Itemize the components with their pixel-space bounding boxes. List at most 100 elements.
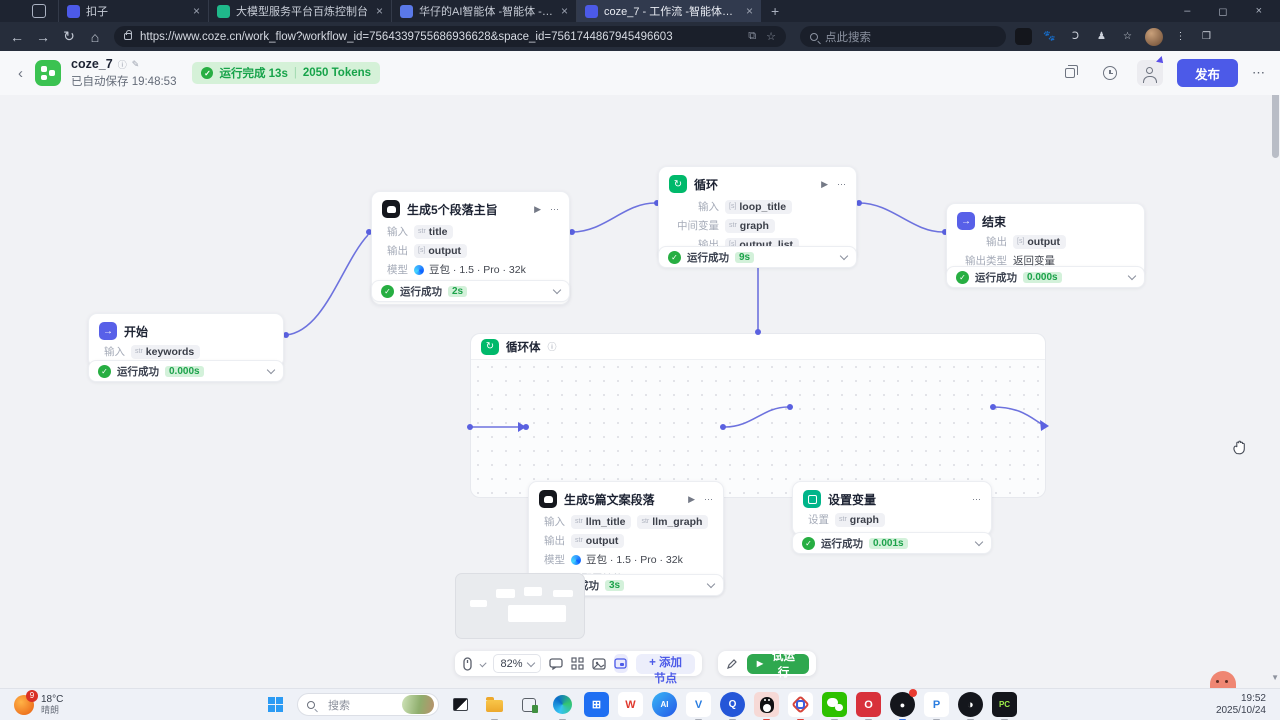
node-status-llm1[interactable]: ✓ 运行成功 2s [371,280,570,302]
node-status-setvar[interactable]: ✓ 运行成功 0.001s [792,532,992,554]
duplicate-button[interactable] [1057,60,1083,86]
node-status-start[interactable]: ✓ 运行成功 0.000s [88,360,284,382]
bookmark-star-icon[interactable]: ☆ [766,30,776,43]
pointer-mode-icon[interactable] [462,656,473,671]
node-more-icon[interactable]: ⋯ [972,494,981,505]
browser-menu-icon[interactable]: ⋮ [1172,28,1189,45]
info-icon[interactable]: ⓘ [118,58,127,71]
add-node-button[interactable]: + 添加节点 [636,654,695,674]
file-explorer-button[interactable] [482,692,507,717]
extension-paw-icon[interactable]: 🐾 [1041,28,1058,45]
node-more-icon[interactable]: ⋯ [837,179,846,190]
tab-bailian-console[interactable]: 大模型服务平台百炼控制台 × [208,0,391,22]
run-result-pill[interactable]: ✓ 运行完成 13s | 2050 Tokens [192,62,380,84]
knot-app-button[interactable] [788,692,813,717]
test-run-button[interactable]: ▶ 试运行 [747,654,809,674]
minimap-toggle-icon[interactable] [614,654,629,673]
taskbar-search[interactable]: 搜索 [297,693,439,716]
red-o-app-button[interactable]: O [856,692,881,717]
tab-kouzi[interactable]: 扣子 × [58,0,208,22]
extension-user-icon[interactable]: ♟ [1093,28,1110,45]
collaboration-button[interactable] [1137,60,1163,86]
scrollbar-down-arrow[interactable]: ▼ [1271,673,1279,682]
qq-button[interactable] [754,692,779,717]
close-button[interactable]: × [1256,5,1262,17]
blue-app-button[interactable]: Q [720,692,745,717]
tab-close-icon[interactable]: × [746,4,753,18]
chevron-down-icon[interactable] [267,365,275,373]
pp-app-button[interactable]: P [924,692,949,717]
chevron-down-icon[interactable] [975,537,983,545]
extension-icon[interactable] [1015,28,1032,45]
run-node-icon[interactable]: ▶ [821,179,828,190]
node-more-icon[interactable]: ⋯ [704,494,713,505]
v-app-button[interactable]: V [686,692,711,717]
tab-close-icon[interactable]: × [561,4,568,18]
workflow-canvas[interactable]: ↻ 循环体 ⓘ 生成5篇文案段落 ▶ ⋯ 输入 strllm_title [0,95,1280,688]
auto-layout-icon[interactable] [571,656,584,671]
chevron-down-icon[interactable] [707,579,715,587]
minimize-button[interactable]: – [1184,5,1190,17]
snapshot-icon[interactable] [592,656,606,671]
nav-forward-icon[interactable]: → [30,29,56,45]
chevron-down-icon[interactable] [553,285,561,293]
publish-button[interactable]: 发布 [1177,59,1238,87]
header-more-button[interactable]: ⋯ [1252,65,1266,81]
field-label: 模型 [539,552,565,567]
nav-home-icon[interactable]: ⌂ [82,29,108,45]
tab-close-icon[interactable]: × [376,4,383,18]
new-tab-button[interactable]: + [771,3,779,19]
node-status-end[interactable]: ✓ 运行成功 0.000s [946,266,1145,288]
history-button[interactable] [1097,60,1123,86]
success-icon: ✓ [956,271,969,284]
minimap[interactable] [455,573,585,639]
chevron-down-icon[interactable] [1128,271,1136,279]
profile-avatar[interactable] [1145,28,1163,46]
edge-button[interactable] [550,692,575,717]
favorites-icon[interactable]: ☆ [1119,28,1136,45]
pip-icon[interactable]: ⧉ [748,30,756,43]
phone-link-button[interactable] [516,692,541,717]
assistant-peek-widget[interactable] [1210,671,1236,688]
weather-widget[interactable]: 9 18°C 晴朗 [14,694,63,715]
extension-c-icon[interactable]: Ↄ [1067,28,1084,45]
tab-title: 华仔的AI智能体 -智能体 - 扣子 [419,3,553,19]
obs-button[interactable]: ● [890,692,915,717]
zoom-select[interactable]: 82% [493,654,540,673]
quick-search-box[interactable]: 点此搜索 [800,26,1006,47]
model-icon [571,555,581,565]
quark-button[interactable]: AI [652,692,677,717]
node-more-icon[interactable]: ⋯ [550,204,559,215]
scrollbar-thumb[interactable] [1272,95,1279,158]
edit-title-icon[interactable]: ✎ [132,59,140,70]
node-status-loop[interactable]: ✓ 运行成功 9s [658,246,857,268]
param-tag: strllm_title [571,515,631,529]
maximize-button[interactable]: ◻ [1218,5,1227,18]
comment-icon[interactable] [549,656,563,671]
pycharm-button[interactable]: PC [992,692,1017,717]
status-time: 9s [735,252,754,263]
wps-button[interactable]: W [618,692,643,717]
capcut-button[interactable]: ◑ [958,692,983,717]
loop-body-header[interactable]: ↻ 循环体 ⓘ [471,334,1045,360]
nav-back-icon[interactable]: ← [4,29,30,45]
wechat-button[interactable] [822,692,847,717]
run-node-icon[interactable]: ▶ [688,494,695,505]
tab-agent[interactable]: 华仔的AI智能体 -智能体 - 扣子 × [391,0,576,22]
tab-coze7-workflow[interactable]: coze_7 - 工作流 -智能体平台 × [576,0,761,22]
ms-store-button[interactable]: ⊞ [584,692,609,717]
node-loop-body[interactable]: ↻ 循环体 ⓘ 生成5篇文案段落 ▶ ⋯ 输入 strllm_title [470,333,1046,498]
node-setvar[interactable]: 设置变量 ⋯ 设置 strgraph [792,481,992,536]
chevron-down-icon[interactable] [840,251,848,259]
sidebar-toggle-icon[interactable]: ❒ [1198,28,1215,45]
task-view-button[interactable] [448,692,473,717]
tab-close-icon[interactable]: × [193,4,200,18]
nav-reload-icon[interactable]: ↻ [56,28,82,45]
pointer-mode-chevron[interactable] [480,660,487,667]
debug-pen-icon[interactable] [725,656,739,671]
address-bar[interactable]: https://www.coze.cn/work_flow?workflow_i… [114,26,786,47]
start-button[interactable] [263,692,288,717]
taskbar-clock[interactable]: 19:52 2025/10/24 [1216,693,1266,717]
run-node-icon[interactable]: ▶ [534,204,541,215]
collapse-back-icon[interactable]: ‹ [18,65,23,82]
